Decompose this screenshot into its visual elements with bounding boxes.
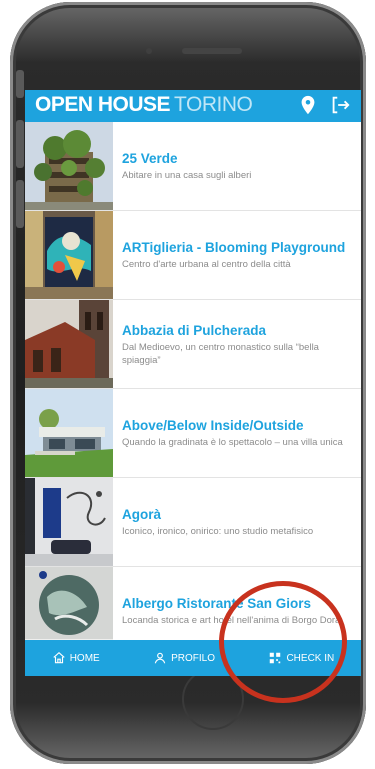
place-subtitle: Abitare in una casa sugli alberi (122, 170, 252, 181)
home-icon (53, 651, 65, 664)
app-header: OPEN HOUSE TORINO (25, 90, 361, 122)
mute-switch (16, 70, 24, 98)
place-title: 25 Verde (122, 151, 178, 166)
place-title: Agorà (122, 507, 162, 522)
place-title: Above/Below Inside/Outside (122, 418, 304, 433)
list-item[interactable]: Above/Below Inside/Outside Quando la gra… (25, 389, 361, 478)
place-subtitle: Iconico, ironico, onirico: uno studio me… (122, 526, 314, 537)
list-item[interactable]: Abbazia di Pulcherada Dal Medioevo, un c… (25, 300, 361, 389)
logout-icon[interactable] (329, 94, 351, 116)
place-photo-abbey (25, 300, 113, 388)
front-camera (146, 48, 152, 54)
earpiece-speaker (182, 48, 242, 54)
app-logo: OPEN HOUSE TORINO (35, 92, 253, 118)
brand-light-text: TORINO (174, 93, 253, 116)
user-icon (154, 652, 166, 664)
list-item[interactable]: ARTiglieria - Blooming Playground Centro… (25, 211, 361, 300)
place-photo-treehouse (25, 122, 113, 210)
brand-bold-text: OPEN HOUSE (35, 93, 171, 116)
place-title: Abbazia di Pulcherada (122, 322, 267, 338)
list-item[interactable]: 25 Verde Abitare in una casa sugli alber… (25, 122, 361, 211)
location-pin-icon[interactable] (297, 94, 319, 116)
place-subtitle: Dal Medioevo, un centro monastico sulla … (122, 341, 319, 366)
volume-down-button (16, 180, 24, 228)
tab-profile[interactable]: PROFILO (153, 651, 215, 665)
places-list: 25 Verde Abitare in una casa sugli alber… (25, 122, 361, 656)
place-title: ARTiglieria - Blooming Playground (122, 240, 346, 255)
tab-home-label: HOME (69, 652, 100, 664)
volume-up-button (16, 120, 24, 168)
place-subtitle: Quando la gradinata è lo spettacolo – un… (122, 437, 343, 448)
place-photo-villa (25, 389, 113, 477)
place-photo-mural (25, 211, 113, 299)
place-subtitle: Centro d'arte urbana al centro della cit… (122, 259, 291, 270)
highlight-circle-annotation (219, 581, 347, 703)
tab-home[interactable]: HOME (52, 651, 100, 665)
tab-profile-label: PROFILO (171, 652, 216, 664)
list-item[interactable]: Agorà Iconico, ironico, onirico: uno stu… (25, 478, 361, 567)
place-photo-studio (25, 478, 113, 566)
